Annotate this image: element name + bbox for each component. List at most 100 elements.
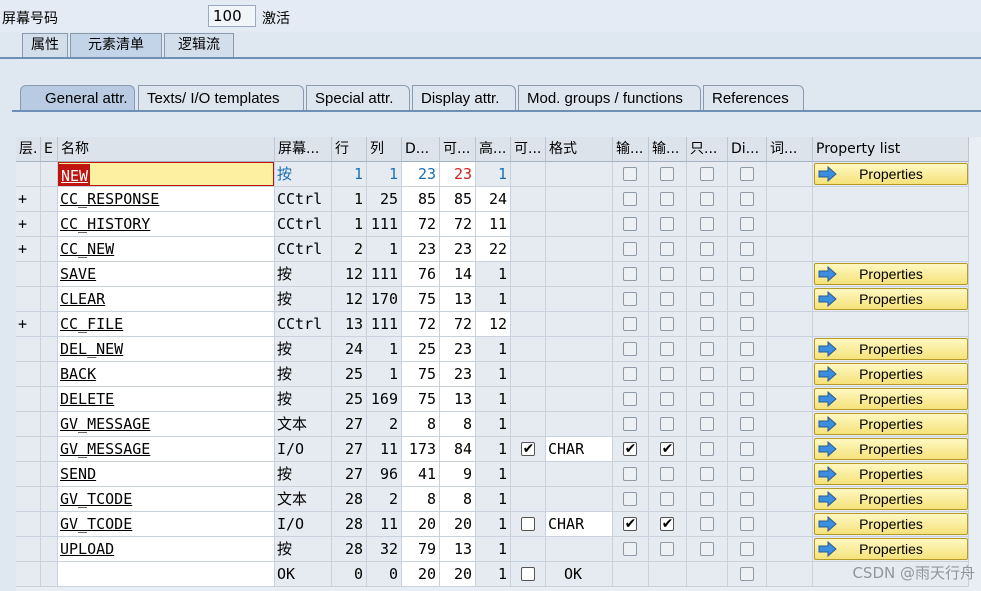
defined-length-cell[interactable]: 173	[402, 437, 440, 462]
properties-button[interactable]: Properties	[814, 338, 968, 360]
table-row[interactable]: SEND 按 27 96 41 9 1 Properties	[16, 462, 981, 487]
visible-length-cell[interactable]: 72	[440, 212, 476, 237]
name-cell[interactable]: GV_TCODE	[58, 487, 275, 512]
output-checkbox[interactable]	[660, 492, 674, 506]
height-cell[interactable]: 1	[476, 262, 511, 287]
readonly-checkbox[interactable]	[700, 542, 714, 556]
table-row[interactable]: + CC_RESPONSE CCtrl 1 25 85 85 24	[16, 187, 981, 212]
input-checkbox[interactable]	[623, 367, 637, 381]
properties-button[interactable]: Properties	[814, 263, 968, 285]
output-checkbox[interactable]	[660, 317, 674, 331]
visible-length-cell[interactable]: 23	[440, 362, 476, 387]
column-header[interactable]: 高...	[476, 137, 511, 162]
defined-length-cell[interactable]: 75	[402, 362, 440, 387]
name-cell[interactable]: CC_HISTORY	[58, 212, 275, 237]
defined-length-cell[interactable]: 85	[402, 187, 440, 212]
output-checkbox[interactable]	[660, 267, 674, 281]
height-cell[interactable]: 1	[476, 462, 511, 487]
dict-checkbox[interactable]	[740, 192, 754, 206]
table-row[interactable]: + CC_FILE CCtrl 13 111 72 72 12	[16, 312, 981, 337]
level-cell[interactable]	[16, 437, 41, 462]
tab-mod-groups-functions[interactable]: Mod. groups / functions	[518, 85, 701, 111]
readonly-checkbox[interactable]	[700, 292, 714, 306]
level-cell[interactable]	[16, 412, 41, 437]
readonly-checkbox[interactable]	[700, 417, 714, 431]
tab-attributes[interactable]: 属性	[22, 33, 68, 57]
table-row[interactable]: GV_MESSAGE 文本 27 2 8 8 1 Properties	[16, 412, 981, 437]
level-cell[interactable]	[16, 362, 41, 387]
table-row[interactable]: GV_TCODE I/O 28 11 20 20 1 CHAR ✔ ✔ Properties	[16, 512, 981, 537]
visible-length-cell[interactable]: 13	[440, 287, 476, 312]
properties-button[interactable]: Properties	[814, 438, 968, 460]
output-checkbox[interactable]	[660, 392, 674, 406]
scrollable-checkbox[interactable]: ✔	[521, 441, 535, 457]
column-header[interactable]: 名称	[58, 137, 275, 162]
height-cell[interactable]: 1	[476, 537, 511, 562]
defined-length-cell[interactable]: 23	[402, 162, 440, 187]
visible-length-cell[interactable]: 20	[440, 562, 476, 587]
output-checkbox[interactable]: ✔	[660, 516, 674, 532]
name-cell[interactable]: CC_FILE	[58, 312, 275, 337]
properties-button[interactable]: Properties	[814, 363, 968, 385]
name-cell[interactable]	[58, 562, 275, 587]
output-checkbox[interactable]	[660, 242, 674, 256]
readonly-checkbox[interactable]	[700, 467, 714, 481]
visible-length-cell[interactable]: 13	[440, 537, 476, 562]
properties-button[interactable]: Properties	[814, 288, 968, 310]
name-cell[interactable]: GV_MESSAGE	[58, 412, 275, 437]
output-checkbox[interactable]	[660, 367, 674, 381]
readonly-checkbox[interactable]	[700, 342, 714, 356]
readonly-checkbox[interactable]	[700, 517, 714, 531]
table-row[interactable]: GV_MESSAGE I/O 27 11 173 84 1 ✔ CHAR ✔ ✔ Properties	[16, 437, 981, 462]
level-cell[interactable]: +	[16, 187, 41, 212]
dict-checkbox[interactable]	[740, 542, 754, 556]
name-cell[interactable]: UPLOAD	[58, 537, 275, 562]
column-header[interactable]: 行	[332, 137, 367, 162]
input-checkbox[interactable]	[623, 542, 637, 556]
visible-length-cell[interactable]: 23	[440, 162, 476, 187]
input-checkbox[interactable]	[623, 267, 637, 281]
dict-checkbox[interactable]	[740, 567, 754, 581]
defined-length-cell[interactable]: 25	[402, 337, 440, 362]
readonly-checkbox[interactable]	[700, 192, 714, 206]
dict-checkbox[interactable]	[740, 217, 754, 231]
visible-length-cell[interactable]: 9	[440, 462, 476, 487]
screen-number-field[interactable]: 100	[208, 5, 256, 27]
table-row[interactable]: NEW 按 1 1 23 23 1 Properties	[16, 162, 981, 187]
height-cell[interactable]: 1	[476, 287, 511, 312]
readonly-checkbox[interactable]	[700, 442, 714, 456]
output-checkbox[interactable]	[660, 192, 674, 206]
level-cell[interactable]: +	[16, 237, 41, 262]
defined-length-cell[interactable]: 8	[402, 412, 440, 437]
dict-checkbox[interactable]	[740, 417, 754, 431]
dict-checkbox[interactable]	[740, 267, 754, 281]
input-checkbox[interactable]	[623, 317, 637, 331]
level-cell[interactable]	[16, 487, 41, 512]
table-row[interactable]: BACK 按 25 1 75 23 1 Properties	[16, 362, 981, 387]
dict-checkbox[interactable]	[740, 242, 754, 256]
defined-length-cell[interactable]: 76	[402, 262, 440, 287]
column-header[interactable]: 词...	[767, 137, 813, 162]
dict-checkbox[interactable]	[740, 467, 754, 481]
visible-length-cell[interactable]: 85	[440, 187, 476, 212]
output-checkbox[interactable]	[660, 542, 674, 556]
input-checkbox[interactable]	[623, 292, 637, 306]
column-header[interactable]: E	[41, 137, 58, 162]
level-cell[interactable]: +	[16, 212, 41, 237]
input-checkbox[interactable]	[623, 417, 637, 431]
tab-display-attr[interactable]: Display attr.	[412, 85, 516, 111]
readonly-checkbox[interactable]	[700, 242, 714, 256]
dict-checkbox[interactable]	[740, 317, 754, 331]
column-header[interactable]: Di...	[728, 137, 767, 162]
level-cell[interactable]: +	[16, 312, 41, 337]
level-cell[interactable]	[16, 562, 41, 587]
table-row[interactable]: DELETE 按 25 169 75 13 1 Properties	[16, 387, 981, 412]
table-row[interactable]: + CC_NEW CCtrl 2 1 23 23 22	[16, 237, 981, 262]
level-cell[interactable]	[16, 287, 41, 312]
readonly-checkbox[interactable]	[700, 392, 714, 406]
name-cell[interactable]: CC_NEW	[58, 237, 275, 262]
table-row[interactable]: GV_TCODE 文本 28 2 8 8 1 Properties	[16, 487, 981, 512]
dict-checkbox[interactable]	[740, 292, 754, 306]
output-checkbox[interactable]	[660, 167, 674, 181]
input-checkbox[interactable]	[623, 217, 637, 231]
